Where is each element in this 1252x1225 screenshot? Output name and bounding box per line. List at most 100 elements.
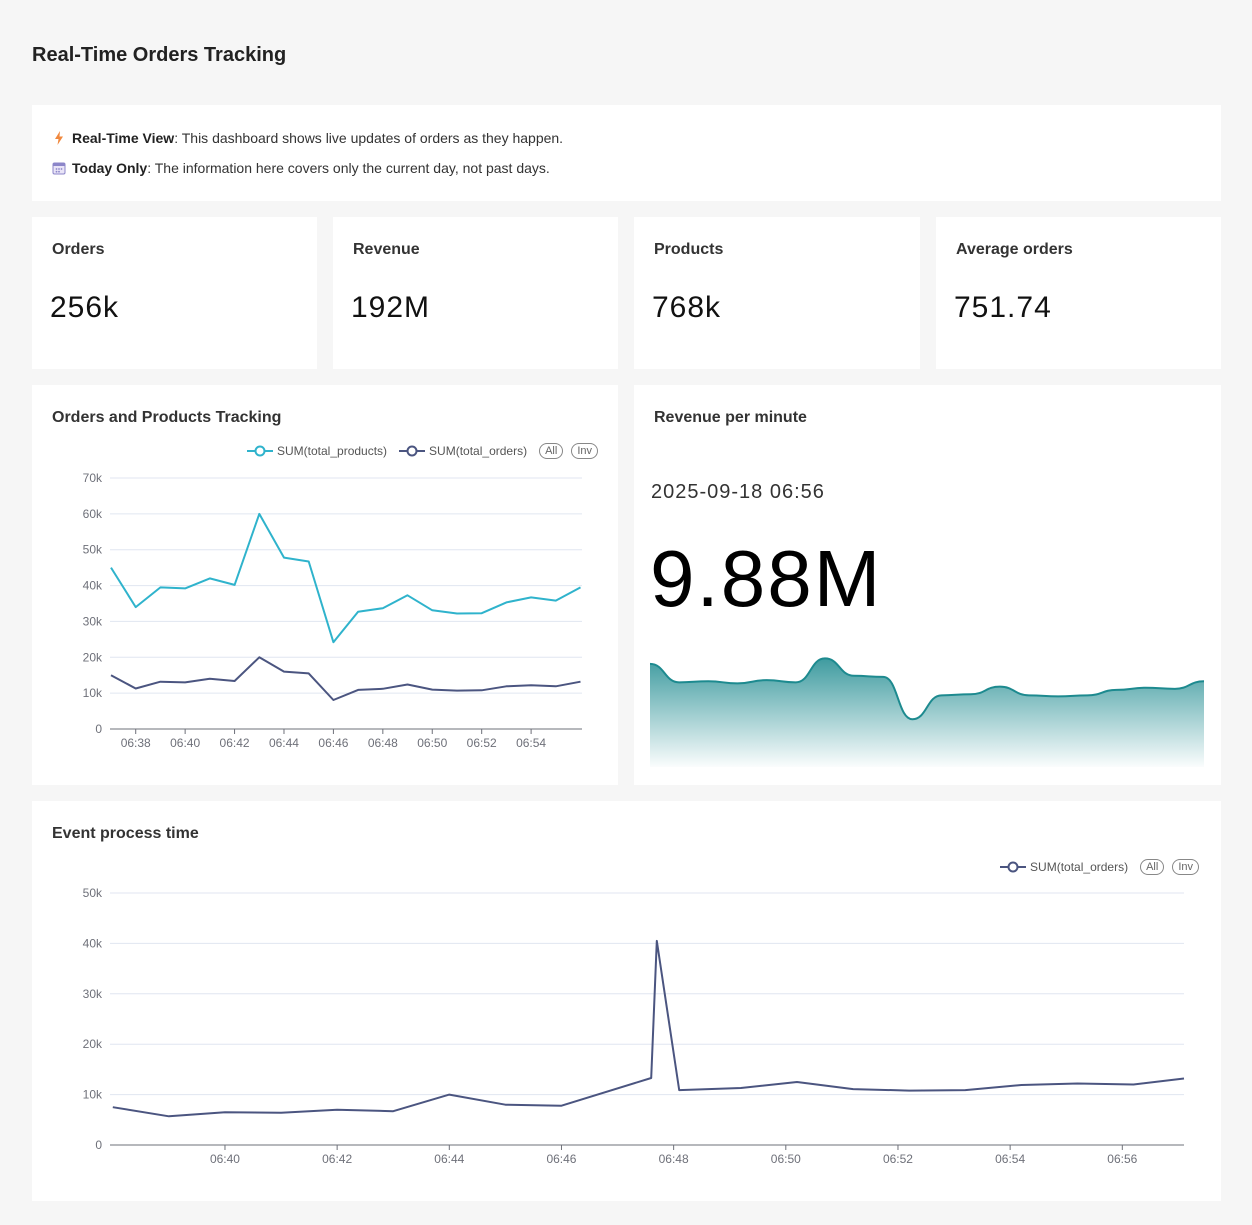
data-point <box>738 1086 743 1091</box>
x-tick-label: 06:44 <box>269 736 299 750</box>
orders-products-panel: Orders and Products Tracking SUM(total_p… <box>32 385 618 785</box>
kpi-value: 192M <box>351 291 431 324</box>
data-point <box>109 565 114 570</box>
data-point <box>257 655 262 660</box>
y-tick-label: 40k <box>83 579 103 593</box>
data-point <box>405 593 410 598</box>
y-tick-label: 20k <box>83 1037 103 1051</box>
kpi-label: Orders <box>52 241 105 258</box>
data-point <box>133 605 138 610</box>
data-point <box>1182 1076 1187 1081</box>
x-tick-label: 06:52 <box>467 736 497 750</box>
event-process-time-chart[interactable]: 0 10k 20k 30k 40k 50k 06:40 06:42 06:44 06:46 06:4… <box>32 801 1221 1201</box>
data-point <box>447 1092 452 1097</box>
data-point <box>306 671 311 676</box>
data-point <box>257 511 262 516</box>
y-tick-label: 10k <box>83 1088 103 1102</box>
data-point <box>907 1088 912 1093</box>
data-point <box>331 697 336 702</box>
y-tick-label: 30k <box>83 614 103 628</box>
data-point <box>222 1110 227 1115</box>
x-tick-label: 06:42 <box>322 1152 352 1166</box>
data-point <box>331 640 336 645</box>
info-realtime-text: : This dashboard shows live updates of o… <box>174 130 564 146</box>
kpi-value: 751.74 <box>954 291 1052 324</box>
data-point <box>479 688 484 693</box>
series-line-orders <box>112 939 1185 1118</box>
data-point <box>454 688 459 693</box>
x-tick-label: 06:46 <box>318 736 348 750</box>
info-card: Real-Time View: This dashboard shows liv… <box>32 105 1221 201</box>
data-point <box>281 669 286 674</box>
info-today-label: Today Only <box>72 160 148 176</box>
data-point <box>110 1105 115 1110</box>
info-today-text: : The information here covers only the c… <box>147 160 550 176</box>
x-tick-label: 06:46 <box>546 1152 576 1166</box>
data-point <box>279 1110 284 1115</box>
data-point <box>380 686 385 691</box>
x-tick-label: 06:54 <box>516 736 546 750</box>
series-line-products <box>110 512 581 644</box>
page-title: Real-Time Orders Tracking <box>32 44 287 66</box>
data-point <box>851 1087 856 1092</box>
data-point <box>503 1102 508 1107</box>
data-point <box>529 683 534 688</box>
data-point <box>654 938 659 943</box>
data-point <box>553 598 558 603</box>
y-tick-label: 50k <box>83 543 103 557</box>
kpi-card-orders: Orders 256k <box>32 217 317 369</box>
data-point <box>430 608 435 613</box>
data-point <box>578 585 583 590</box>
data-point <box>183 586 188 591</box>
data-point <box>963 1088 968 1093</box>
data-point <box>207 676 212 681</box>
data-point <box>649 1075 654 1080</box>
info-line-today: Today Only: The information here covers … <box>52 153 1201 183</box>
data-point <box>183 680 188 685</box>
kpi-card-average-orders: Average orders 751.74 <box>936 217 1221 369</box>
data-point <box>306 559 311 564</box>
x-tick-label: 06:40 <box>170 736 200 750</box>
x-tick-label: 06:42 <box>220 736 250 750</box>
data-point <box>356 687 361 692</box>
data-point <box>405 682 410 687</box>
info-line-realtime: Real-Time View: This dashboard shows liv… <box>52 123 1201 153</box>
x-tick-label: 06:50 <box>417 736 447 750</box>
x-tick-label: 06:44 <box>434 1152 464 1166</box>
y-tick-label: 50k <box>83 886 103 900</box>
data-point <box>158 585 163 590</box>
data-point <box>335 1107 340 1112</box>
orders-products-chart[interactable]: 0 10k 20k 30k 40k 50k 60k 70k 06:38 06:40 06:42 06:… <box>32 385 618 785</box>
revenue-per-minute-panel: Revenue per minute 2025-09-18 06:56 9.88… <box>634 385 1221 785</box>
data-point <box>504 600 509 605</box>
data-point <box>158 679 163 684</box>
data-point <box>207 576 212 581</box>
data-point <box>356 609 361 614</box>
data-point <box>553 684 558 689</box>
revenue-area <box>650 658 1204 767</box>
kpi-card-products: Products 768k <box>634 217 920 369</box>
calendar-icon <box>52 161 66 175</box>
y-tick-label: 70k <box>83 471 103 485</box>
kpi-label: Average orders <box>956 241 1073 258</box>
revenue-sparkline[interactable] <box>634 385 1221 785</box>
lightning-icon <box>52 131 66 145</box>
data-point <box>529 595 534 600</box>
y-tick-label: 0 <box>95 1138 102 1152</box>
data-point <box>166 1114 171 1119</box>
data-point <box>1019 1083 1024 1088</box>
x-tick-label: 06:48 <box>368 736 398 750</box>
x-tick-label: 06:50 <box>771 1152 801 1166</box>
data-point <box>133 686 138 691</box>
data-point <box>1075 1081 1080 1086</box>
data-point <box>479 611 484 616</box>
data-point <box>795 1080 800 1085</box>
data-point <box>281 555 286 560</box>
y-tick-label: 60k <box>83 507 103 521</box>
data-point <box>1131 1082 1136 1087</box>
data-point <box>232 582 237 587</box>
kpi-card-revenue: Revenue 192M <box>333 217 618 369</box>
kpi-value: 256k <box>50 291 120 324</box>
y-tick-label: 20k <box>83 650 103 664</box>
data-point <box>430 687 435 692</box>
